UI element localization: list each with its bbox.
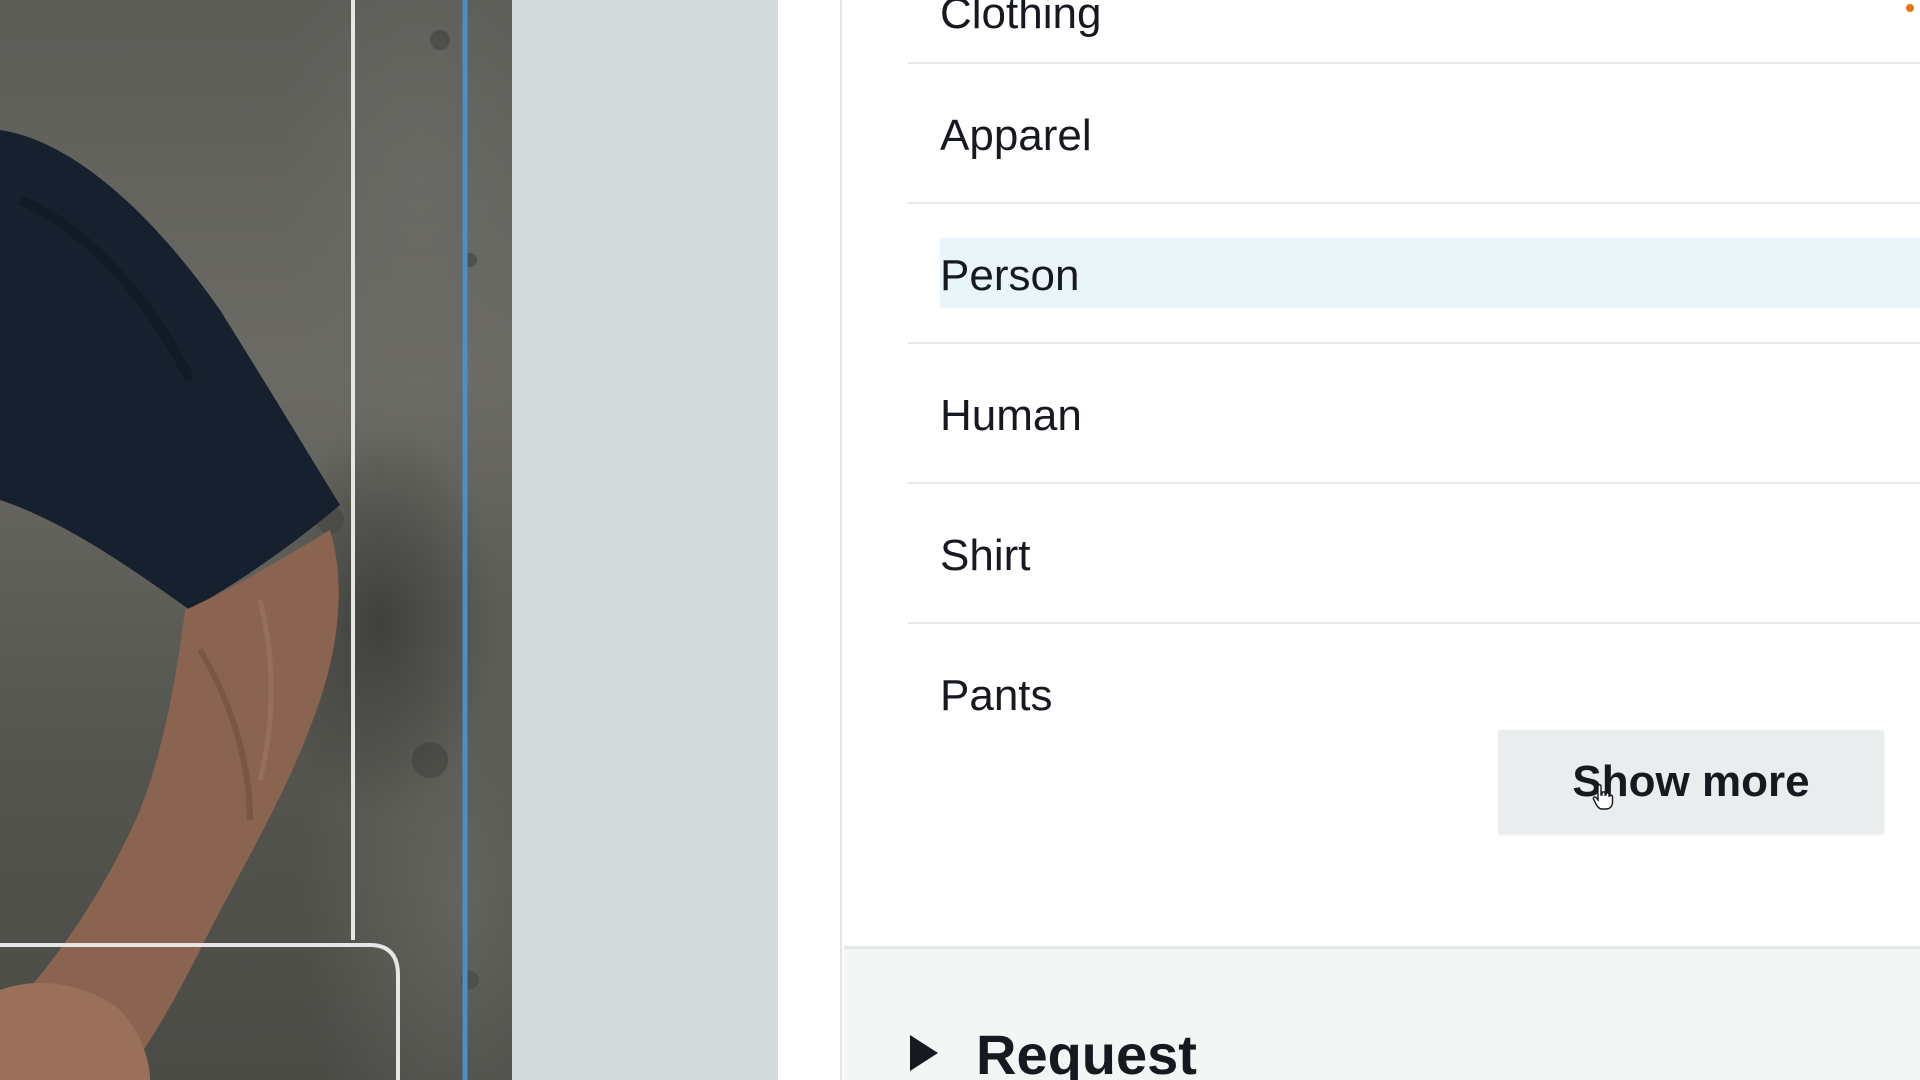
app-root: Clothing Apparel Person Human Shirt Pant…: [0, 0, 1920, 1080]
hand-cursor-icon: [1592, 784, 1614, 810]
show-more-button[interactable]: Show more: [1498, 730, 1884, 834]
request-title[interactable]: Request: [976, 1027, 1197, 1080]
label-text: Human: [940, 391, 1082, 440]
label-text: Shirt: [940, 531, 1031, 580]
list-item[interactable]: Apparel: [908, 64, 1920, 204]
label-text: Apparel: [940, 111, 1092, 160]
canvas-background: [512, 0, 778, 1080]
row-highlight: [940, 238, 1920, 308]
status-dot: [1906, 4, 1914, 12]
panel-divider: [840, 0, 842, 1080]
list-item[interactable]: Clothing: [908, 0, 1920, 64]
image-preview: [0, 0, 512, 1080]
person-photo: [0, 0, 479, 1080]
list-item[interactable]: Human: [908, 344, 1920, 484]
request-section[interactable]: Request: [844, 946, 1920, 1080]
caret-right-icon[interactable]: [910, 1035, 938, 1071]
label-text: Person: [940, 251, 1080, 300]
label-text: Clothing: [940, 0, 1102, 38]
label-text: Pants: [940, 671, 1053, 720]
list-item[interactable]: Shirt: [908, 484, 1920, 624]
list-item-highlighted[interactable]: Person: [908, 204, 1920, 344]
